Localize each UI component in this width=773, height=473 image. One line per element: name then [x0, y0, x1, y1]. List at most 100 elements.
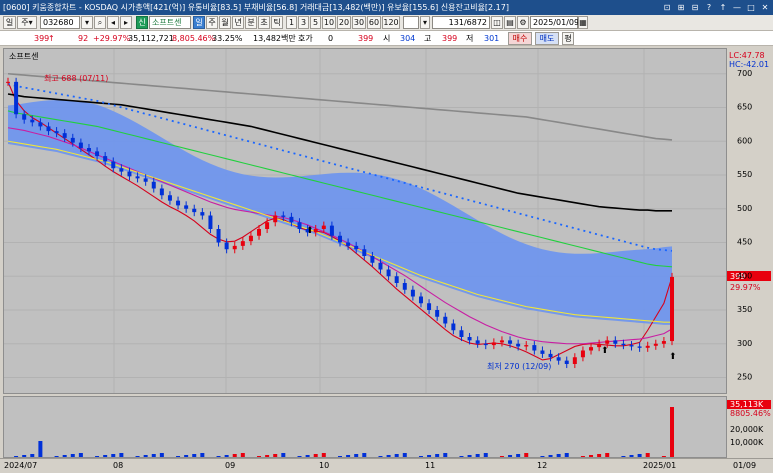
low-annotation: 최저 270 (12/09)	[487, 361, 551, 371]
candle-body	[30, 119, 35, 123]
candle-body	[216, 229, 221, 243]
price-chart[interactable]: 소프트센 최고 688 (07/11) 최저 270 (12/09) ⬆ ⬆ ⬆	[3, 48, 727, 394]
candle-body	[670, 276, 674, 342]
candle-body	[637, 346, 642, 348]
tab-period-week[interactable]: 주	[206, 16, 218, 29]
candle-body	[564, 360, 569, 364]
help-icon[interactable]: ?	[703, 0, 715, 15]
x-tick: 2024/07	[4, 461, 37, 470]
count-field[interactable]: 131/6872	[432, 16, 490, 29]
volume-rate: 8,805.46%	[172, 34, 216, 43]
y-tick-label: 400	[737, 271, 752, 280]
settings-icon[interactable]: ⚙	[517, 16, 529, 29]
stock-code-input[interactable]: 032680	[40, 16, 80, 29]
tab-period-minute[interactable]: 분	[245, 16, 257, 29]
x-tick: 09	[225, 461, 235, 470]
candle-body	[532, 345, 537, 351]
dropdown-icon[interactable]: ▾	[81, 16, 93, 29]
up-arrow-icon: ↑	[48, 34, 55, 43]
vol-tick-20000: 20,000K	[730, 425, 764, 434]
low-price: 301	[484, 34, 500, 43]
calendar-icon[interactable]: ▦	[578, 16, 588, 29]
y-tick-label: 700	[737, 69, 752, 78]
tab-period-day[interactable]: 일	[193, 16, 205, 29]
ichimoku-cloud	[8, 100, 672, 325]
title-bar: [0600] 키움종합차트 - KOSDAQ 시가총액[421(억)] 유통비율…	[0, 0, 773, 15]
candle-body	[605, 340, 610, 344]
candle-body	[208, 215, 213, 229]
minimize-icon[interactable]: —	[731, 0, 743, 15]
interval-input[interactable]	[403, 16, 419, 29]
candle-body	[418, 296, 423, 304]
candle-body	[378, 262, 383, 270]
close-icon[interactable]: ✕	[759, 0, 771, 15]
open-label: 시	[383, 34, 391, 43]
window-controls: ⊡ ⊞ ⊟? ↑ — □ ✕	[659, 0, 771, 15]
candle-body	[159, 188, 164, 196]
interval-1[interactable]: 1	[286, 16, 297, 29]
menu-button[interactable]: 일	[3, 16, 16, 29]
open-qty: 304	[400, 34, 416, 43]
x-tick: 12	[537, 461, 547, 470]
candle-body	[354, 245, 359, 250]
time-axis: 2024/07 08 09 10 11 12 2025/01 01/09	[0, 458, 773, 470]
date-input[interactable]: 2025/01/09	[530, 16, 579, 29]
buy-signal-icon: ⬆	[601, 346, 609, 356]
window-icon-3[interactable]: ⊟	[689, 0, 701, 15]
candle-body	[95, 151, 100, 157]
interval-20[interactable]: 20	[337, 16, 351, 29]
interval-30[interactable]: 30	[352, 16, 366, 29]
high-label: 고	[424, 34, 432, 43]
time-axis-svg: 2024/07 08 09 10 11 12 2025/01 01/09	[4, 461, 756, 470]
list-icon[interactable]: ◫	[491, 16, 503, 29]
interval-dropdown-icon[interactable]: ▾	[420, 16, 430, 29]
volume-bar	[38, 441, 43, 457]
candle-body	[46, 126, 51, 132]
candle-body	[346, 242, 351, 246]
price-change: 92	[78, 34, 89, 43]
hoga-qty: 0	[328, 34, 334, 43]
candle-body	[491, 342, 496, 346]
candle-body	[176, 200, 181, 206]
interval-60[interactable]: 60	[367, 16, 381, 29]
candle-body	[313, 229, 318, 233]
candle-body	[248, 235, 253, 242]
tab-period-year[interactable]: 년	[232, 16, 244, 29]
interval-3[interactable]: 3	[298, 16, 309, 29]
buy-signal-icon: ⬆	[306, 226, 314, 236]
volume-chart-svg	[14, 407, 674, 457]
candle-body	[62, 133, 67, 138]
window-icon-2[interactable]: ⊞	[675, 0, 687, 15]
interval-120[interactable]: 120	[382, 16, 400, 29]
candle-body	[200, 212, 205, 216]
eval-button[interactable]: 평	[562, 32, 574, 45]
open-price: 399	[358, 34, 374, 43]
maximize-icon[interactable]: □	[745, 0, 757, 15]
volume-chart[interactable]	[3, 396, 727, 458]
period-menu[interactable]: 주▾	[17, 16, 37, 29]
interval-10[interactable]: 10	[322, 16, 336, 29]
prev-icon[interactable]: ◂	[107, 16, 119, 29]
volume: 35,112,721	[128, 34, 174, 43]
tab-period-second[interactable]: 초	[258, 16, 270, 29]
sell-button[interactable]: 매도	[535, 32, 559, 45]
vol-tick-10000: 10,000K	[730, 438, 764, 447]
candle-body	[265, 222, 270, 229]
tab-period-month[interactable]: 월	[219, 16, 231, 29]
interval-5[interactable]: 5	[310, 16, 321, 29]
change-rate: +29.97%	[93, 34, 131, 43]
buy-signal-icon: ⬆	[669, 352, 677, 362]
x-tick: 10	[319, 461, 329, 470]
window-icon-1[interactable]: ⊡	[661, 0, 673, 15]
candle-body	[402, 283, 407, 290]
pin-icon[interactable]: ↑	[717, 0, 729, 15]
table-icon[interactable]: ▤	[504, 16, 516, 29]
tab-period-tick[interactable]: 틱	[271, 16, 283, 29]
next-icon[interactable]: ▸	[120, 16, 132, 29]
candle-body	[653, 343, 658, 346]
search-icon[interactable]: ⌕	[94, 16, 106, 29]
candle-body	[184, 205, 189, 209]
buy-button[interactable]: 매수	[508, 32, 532, 45]
candle-body	[645, 345, 650, 348]
y-tick-label: 300	[737, 339, 752, 348]
